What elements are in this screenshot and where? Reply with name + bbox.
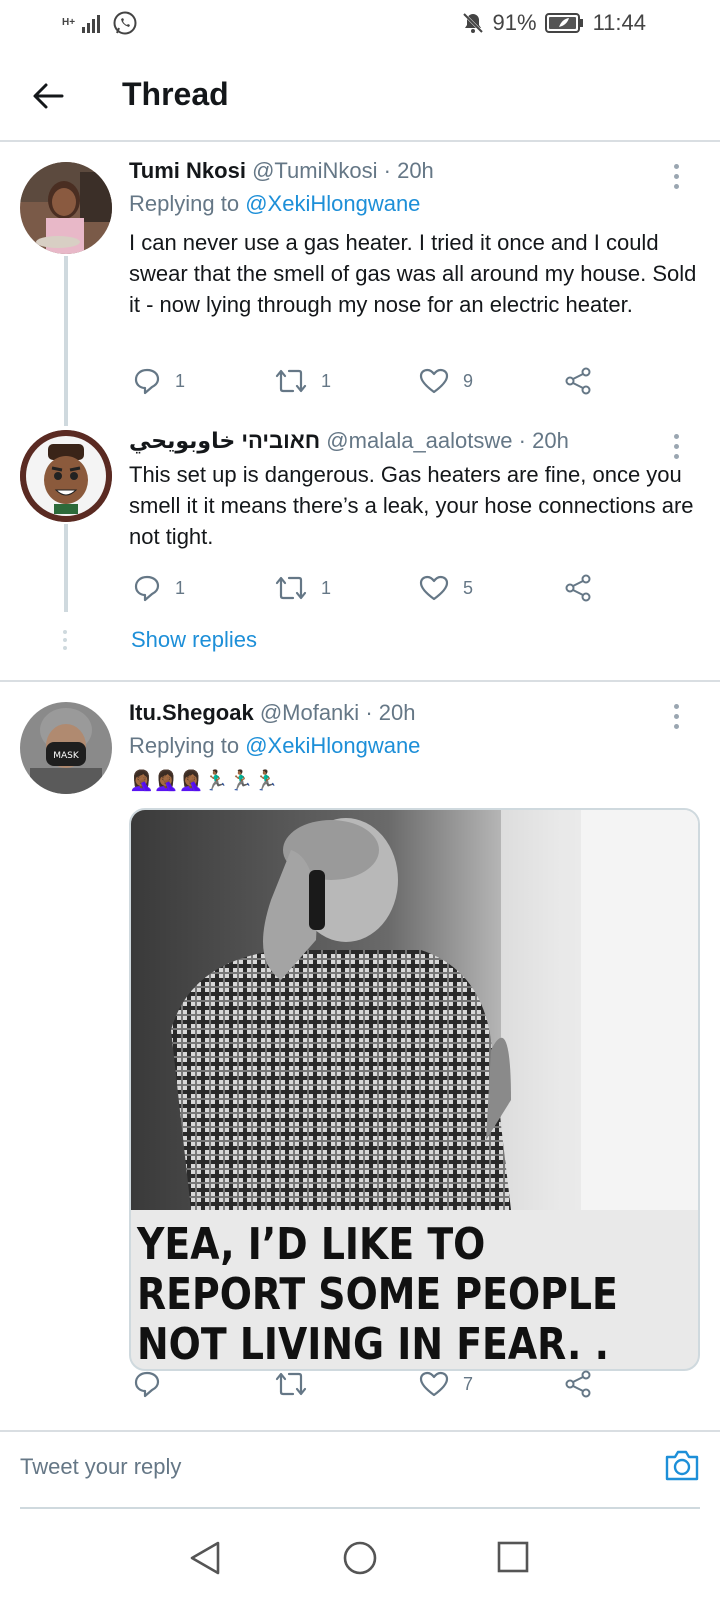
replying-label: Replying to (129, 191, 240, 216)
like-button[interactable]: 9 (419, 367, 473, 395)
separator: · (365, 700, 373, 725)
replying-to: Replying to @XekiHlongwane (129, 733, 420, 759)
display-name[interactable]: חאוביהי خاوبويحي (129, 428, 320, 453)
retweet-icon (275, 576, 307, 600)
like-button[interactable]: 5 (419, 574, 473, 602)
reply-icon (134, 575, 160, 602)
heart-icon (419, 1371, 449, 1397)
tweet-actions: 7 (129, 1370, 609, 1404)
display-name[interactable]: Itu.Shegoak (129, 700, 254, 725)
battery-percent: 91% (492, 10, 537, 35)
reply-composer: Tweet your reply (0, 1430, 720, 1509)
back-button[interactable] (28, 76, 68, 116)
circle-home-icon (343, 1541, 377, 1575)
like-count: 5 (463, 577, 474, 598)
like-count: 9 (463, 370, 474, 391)
thread-dots (63, 630, 67, 650)
share-icon (565, 1370, 591, 1398)
like-count: 7 (463, 1373, 474, 1394)
mention-link[interactable]: @XekiHlongwane (245, 733, 420, 758)
retweet-count: 1 (321, 577, 332, 598)
replying-label: Replying to (129, 733, 240, 758)
battery-icon (544, 13, 583, 33)
arrow-left-icon (33, 83, 64, 109)
camera-button[interactable] (664, 1448, 700, 1487)
retweet-count: 1 (321, 370, 332, 391)
reply-count: 1 (175, 370, 186, 391)
user-handle[interactable]: @Mofanki (260, 700, 359, 725)
mention-link[interactable]: @XekiHlongwane (245, 191, 420, 216)
tweet-actions: 1 1 5 (129, 574, 609, 608)
tweet-text: I can never use a gas heater. I tried it… (129, 230, 697, 317)
avatar[interactable]: MASK (20, 702, 112, 794)
replying-to: Replying to @XekiHlongwane (129, 191, 420, 217)
camera-icon (665, 1450, 699, 1481)
reply-button[interactable] (133, 1370, 161, 1398)
nav-back-button[interactable] (188, 1540, 222, 1581)
signal-icon (82, 15, 100, 33)
divider (0, 680, 720, 682)
separator: · (518, 428, 526, 453)
reply-count: 1 (175, 577, 186, 598)
retweet-button[interactable]: 1 (275, 367, 331, 395)
timestamp[interactable]: 20h (532, 428, 569, 453)
status-bar: H+ 91% 11:44 (0, 0, 720, 48)
signal-type: H+ (62, 17, 76, 28)
meme-photo (131, 810, 698, 1210)
retweet-button[interactable] (275, 1370, 307, 1398)
page-title: Thread (122, 76, 229, 112)
share-icon (565, 574, 591, 602)
reply-button[interactable]: 1 (133, 574, 185, 602)
tweet-header: Itu.Shegoak @Mofanki · 20h (129, 700, 415, 726)
tweet-text: This set up is dangerous. Gas heaters ar… (129, 462, 694, 549)
more-options-icon[interactable] (674, 434, 680, 459)
app-bar: Thread (0, 48, 720, 142)
user-handle[interactable]: @TumiNkosi (252, 158, 377, 183)
whatsapp-icon (113, 11, 137, 35)
more-options-icon[interactable] (674, 704, 680, 729)
show-replies-link[interactable]: Show replies (131, 627, 257, 653)
tweet-actions: 1 1 9 (129, 367, 609, 401)
retweet-icon (275, 369, 307, 393)
nav-recents-button[interactable] (496, 1540, 530, 1579)
thread-line (64, 256, 68, 426)
share-button[interactable] (564, 574, 592, 602)
triangle-back-icon (190, 1541, 220, 1575)
reply-icon (134, 1371, 160, 1398)
heart-icon (419, 575, 449, 601)
timestamp[interactable]: 20h (379, 700, 416, 725)
tweet-media-image[interactable]: YEA, I’D LIKE TO REPORT SOME PEOPLE NOT … (129, 808, 700, 1371)
share-button[interactable] (564, 1370, 592, 1398)
reply-button[interactable]: 1 (133, 367, 185, 395)
retweet-button[interactable]: 1 (275, 574, 331, 602)
reply-input[interactable]: Tweet your reply (20, 1454, 181, 1480)
share-button[interactable] (564, 367, 592, 395)
tweet-text: 🤦🏾‍♀️🤦🏾‍♀️🤦🏾‍♀️🏃🏾‍♂️🏃🏾‍♂️🏃🏾‍♂️ (129, 770, 279, 792)
clock: 11:44 (592, 10, 646, 35)
meme-caption: YEA, I’D LIKE TO REPORT SOME PEOPLE NOT … (137, 1219, 618, 1370)
thread-line (64, 524, 68, 612)
mute-icon (462, 12, 483, 34)
system-nav-bar (0, 1520, 720, 1600)
timestamp[interactable]: 20h (397, 158, 434, 183)
tweet-header: Tumi Nkosi @TumiNkosi · 20h (129, 158, 434, 184)
square-recents-icon (497, 1541, 529, 1573)
retweet-icon (275, 1372, 307, 1396)
heart-icon (419, 368, 449, 394)
reply-icon (134, 368, 160, 395)
share-icon (565, 367, 591, 395)
display-name[interactable]: Tumi Nkosi (129, 158, 246, 183)
avatar[interactable] (20, 430, 112, 522)
tweet-header: חאוביהי خاوبويحي @malala_aalotswe · 20h (129, 428, 569, 454)
nav-home-button[interactable] (342, 1540, 378, 1581)
svg-text:MASK: MASK (53, 751, 80, 761)
user-handle[interactable]: @malala_aalotswe (326, 428, 512, 453)
like-button[interactable]: 7 (419, 1370, 473, 1398)
avatar[interactable] (20, 162, 112, 254)
input-underline (20, 1507, 700, 1509)
more-options-icon[interactable] (674, 164, 680, 189)
separator: · (383, 158, 391, 183)
